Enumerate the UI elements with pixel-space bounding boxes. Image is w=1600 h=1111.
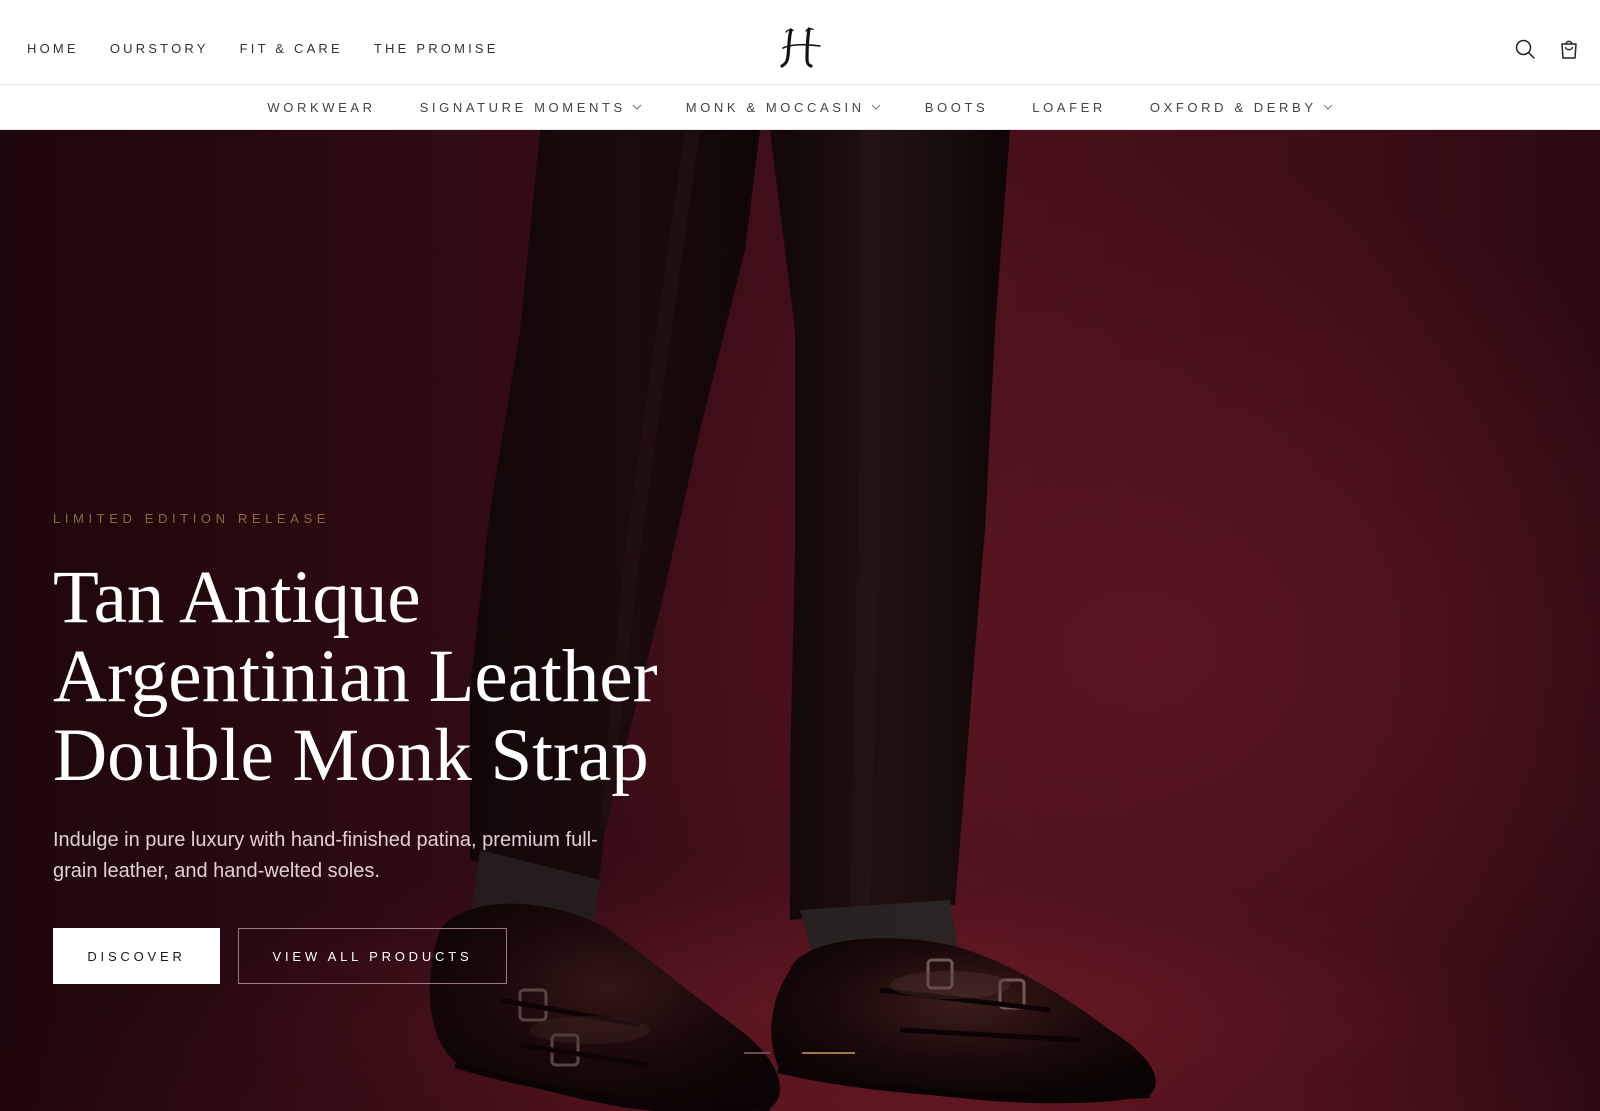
site-header: HOME OURSTORY FIT & CARE THE PROMISE (0, 0, 1600, 85)
hero-eyebrow: LIMITED EDITION RELEASE (53, 511, 331, 526)
hero-headline-line: Argentinian Leather (53, 635, 658, 718)
hero-headline: Tan Antique Argentinian Leather Double M… (53, 558, 773, 795)
hero-description: Indulge in pure luxury with hand-finishe… (53, 829, 598, 882)
shopping-bag-icon[interactable] (1558, 38, 1580, 60)
nav-ourstory-link[interactable]: OURSTORY (110, 40, 209, 58)
primary-nav: HOME OURSTORY FIT & CARE THE PROMISE (27, 40, 530, 58)
slide-indicator-2-active[interactable] (802, 1052, 855, 1054)
category-label: SIGNATURE MOMENTS (419, 99, 626, 115)
search-icon[interactable] (1514, 38, 1536, 60)
slide-indicators (744, 1052, 855, 1054)
hero-cta-group: DISCOVER VIEW ALL PRODUCTS (53, 928, 507, 984)
category-label: MONK & MOCCASIN (685, 99, 865, 115)
brand-logo[interactable] (778, 26, 824, 68)
header-actions (1514, 38, 1580, 60)
hero-headline-line: Tan Antique (53, 556, 421, 639)
category-nav: WORKWEAR SIGNATURE MOMENTS MONK & MOCCAS… (0, 85, 1600, 130)
nav-the-promise-link[interactable]: THE PROMISE (374, 40, 499, 58)
category-loafer[interactable]: LOAFER (1032, 100, 1106, 115)
category-label: BOOTS (924, 99, 989, 115)
nav-home-link[interactable]: HOME (27, 40, 79, 58)
chevron-down-icon (871, 104, 881, 110)
category-oxford-derby[interactable]: OXFORD & DERBY (1150, 100, 1333, 115)
hero-banner: LIMITED EDITION RELEASE Tan Antique Arge… (0, 130, 1600, 1111)
hero-content: LIMITED EDITION RELEASE Tan Antique Arge… (53, 510, 773, 887)
category-label: OXFORD & DERBY (1149, 99, 1317, 115)
view-all-products-button[interactable]: VIEW ALL PRODUCTS (238, 928, 507, 984)
category-boots[interactable]: BOOTS (925, 100, 989, 115)
discover-button[interactable]: DISCOVER (53, 928, 220, 984)
nav-fit-care-link[interactable]: FIT & CARE (240, 40, 343, 58)
hero-headline-line: Double Monk Strap (53, 714, 649, 797)
chevron-down-icon (632, 104, 642, 110)
category-label: LOAFER (1032, 99, 1106, 115)
category-workwear[interactable]: WORKWEAR (267, 100, 375, 115)
category-signature-moments[interactable]: SIGNATURE MOMENTS (420, 100, 642, 115)
chevron-down-icon (1323, 104, 1332, 110)
category-label: WORKWEAR (267, 99, 376, 115)
slide-indicator-1[interactable] (744, 1052, 770, 1054)
category-monk-moccasin[interactable]: MONK & MOCCASIN (686, 100, 881, 115)
